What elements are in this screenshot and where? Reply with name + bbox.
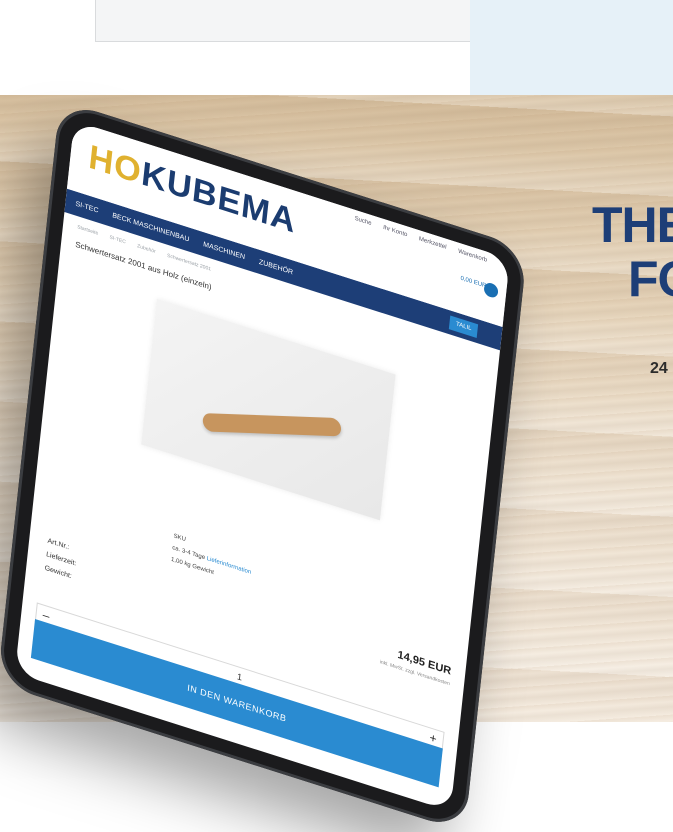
promo-subline: 24	[650, 360, 668, 377]
qty-value[interactable]: 1	[236, 671, 242, 682]
label-art-nr: Art.Nr.:	[47, 537, 70, 552]
toplink-2[interactable]: Ihr Konto	[383, 225, 408, 239]
tablet-screen: HOKUBEMA Suche Ihr Konto Merkzettel Ware…	[14, 120, 510, 812]
header-cart-total[interactable]: 0,00 EUR	[460, 276, 487, 290]
toplink-1[interactable]: Suche	[354, 216, 372, 227]
toplink-3[interactable]: Merkzettel	[419, 236, 447, 251]
nav-item-si-tec[interactable]: SI-TEC	[75, 200, 99, 214]
logo-ho: HO	[86, 137, 144, 192]
label-delivery: Lieferzeit:	[45, 551, 77, 568]
label-weight: Gewicht:	[44, 564, 73, 581]
cart-icon[interactable]	[483, 281, 499, 300]
tablet-frame: HOKUBEMA Suche Ihr Konto Merkzettel Ware…	[0, 100, 528, 832]
wooden-handle-image	[201, 413, 343, 437]
nav-cta-button[interactable]: TALIL	[449, 315, 479, 338]
tablet-mockup: HOKUBEMA Suche Ihr Konto Merkzettel Ware…	[0, 40, 620, 832]
headline-line-2: FO	[628, 251, 673, 307]
toplink-4[interactable]: Warenkorb	[458, 249, 488, 264]
value-art-nr: SKU	[173, 533, 187, 544]
header-toplinks: Suche Ihr Konto Merkzettel Warenkorb	[344, 213, 487, 264]
nav-item-zubehoer[interactable]: ZUBEHÖR	[259, 258, 294, 276]
